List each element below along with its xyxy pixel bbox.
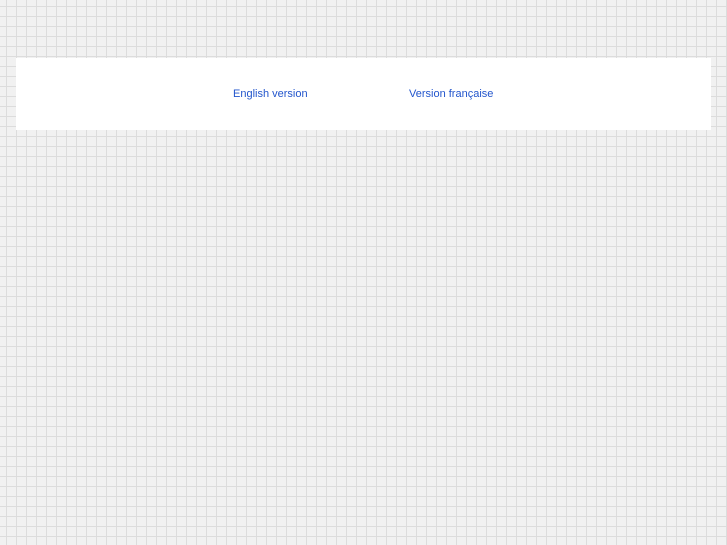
language-selector-panel: English version Version française — [16, 58, 711, 130]
page-background: { "colors": { "link": "#2255cc", "panel_… — [0, 0, 727, 545]
english-version-link[interactable]: English version — [233, 88, 308, 101]
french-version-link[interactable]: Version française — [409, 88, 493, 101]
